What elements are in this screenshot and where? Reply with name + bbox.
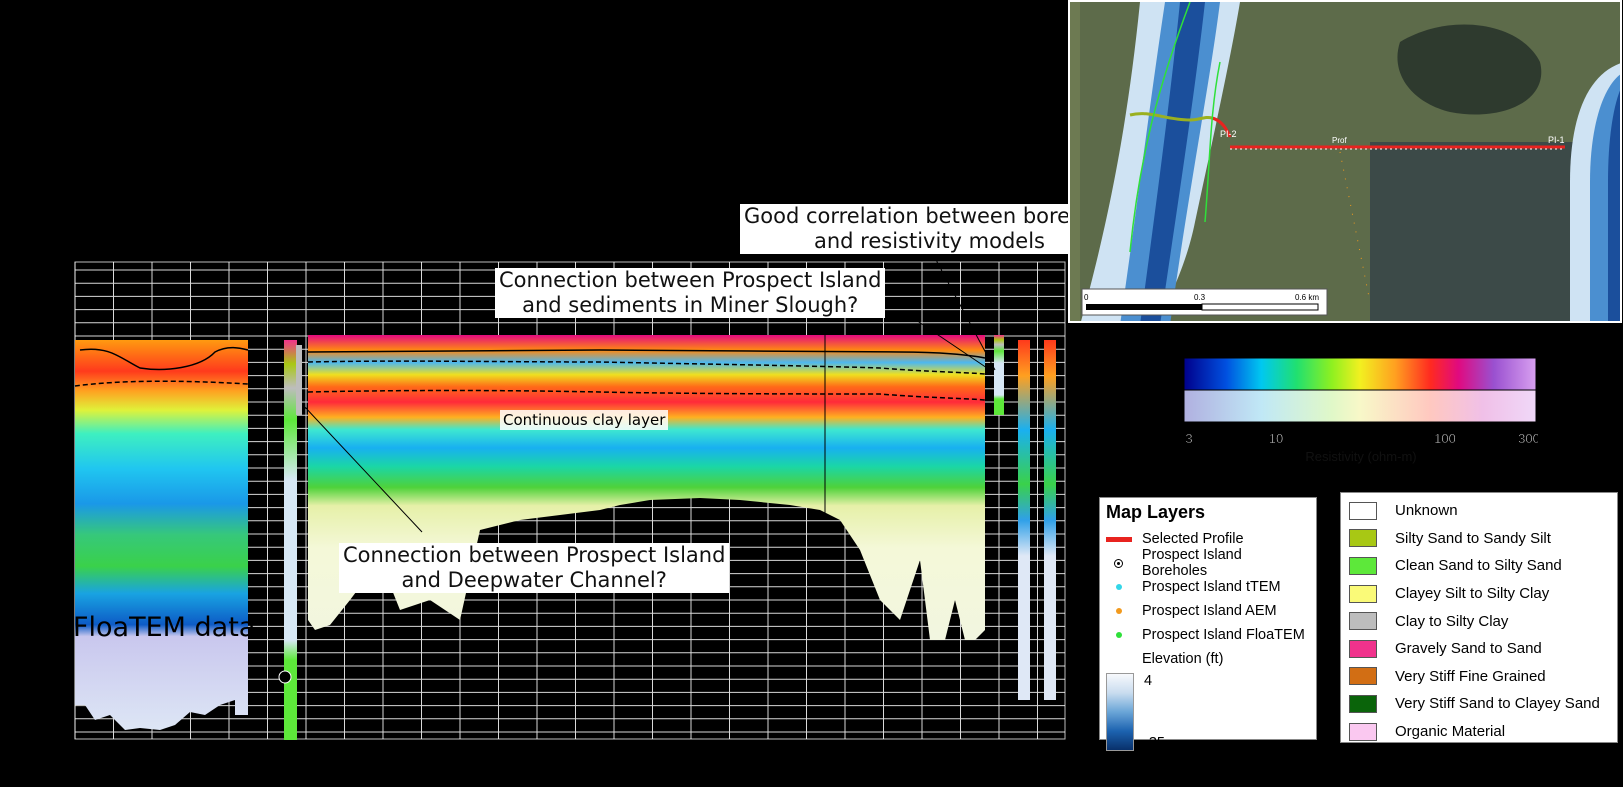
map-layers-legend: Map Layers Selected Profile Prospect Isla… (1099, 497, 1317, 751)
map-layer-item[interactable]: Prospect Island tTEM (1106, 575, 1310, 599)
lithology-swatch (1349, 639, 1377, 658)
dot-symbol-icon (1106, 608, 1132, 614)
elevation-title-row: Elevation (ft) (1106, 647, 1310, 671)
scale-end: 0.6 km (1295, 293, 1319, 302)
map-label-pi2: PI-2 (1220, 129, 1237, 139)
elevation-max: 4 (1144, 673, 1153, 689)
lithology-label: Clayey Silt to Silty Clay (1395, 585, 1550, 603)
ring-symbol-icon (1106, 558, 1132, 568)
lithology-item: Silty Sand to Sandy Silt (1349, 525, 1609, 553)
lithology-item: Clayey Silt to Silty Clay (1349, 580, 1609, 608)
lithology-swatch (1349, 584, 1377, 603)
lithology-swatch (1349, 501, 1377, 520)
dot-symbol-icon (1106, 632, 1132, 638)
aerial-map: PI-2 Prof PI-1 0 0.3 0.6 km (1070, 2, 1620, 321)
lithology-label: Silty Sand to Sandy Silt (1395, 529, 1551, 547)
colorbar-tick-label: 10 (1269, 431, 1283, 446)
lithology-swatch (1349, 694, 1377, 713)
resistivity-cross-section (74, 257, 1066, 740)
callout-miner-slough: Connection between Prospect Island and s… (495, 268, 886, 318)
lithology-item: Organic Material (1349, 718, 1609, 746)
lithology-item: Clay to Silty Clay (1349, 607, 1609, 635)
lithology-swatch (1349, 612, 1377, 631)
map-layer-item[interactable]: Prospect Island AEM (1106, 599, 1310, 623)
elevation-min: -35 (1144, 735, 1165, 751)
map-panel[interactable]: PI-2 Prof PI-1 0 0.3 0.6 km (1068, 0, 1622, 323)
lithology-item: Very Stiff Fine Grained (1349, 663, 1609, 691)
colorbar-tick-label: 100 (1434, 431, 1456, 446)
map-layer-item[interactable]: Prospect Island FloaTEM (1106, 623, 1310, 647)
scale-0: 0 (1084, 293, 1089, 302)
lithology-label: Gravely Sand to Sand (1395, 640, 1542, 658)
colorbar-tick-label: 3 (1185, 431, 1192, 446)
colorbar-tick-label: 300 (1518, 431, 1538, 446)
elevation-gradient (1106, 673, 1134, 751)
lithology-item: Gravely Sand to Sand (1349, 635, 1609, 663)
line-symbol-icon (1106, 536, 1132, 542)
lithology-swatch (1349, 556, 1377, 575)
lithology-label: Very Stiff Sand to Clayey Sand (1395, 695, 1600, 713)
lithology-legend: Unknown Silty Sand to Sandy Silt Clean San… (1340, 492, 1618, 743)
map-layer-label: Prospect Island Boreholes (1141, 547, 1242, 579)
lithology-item: Unknown (1349, 497, 1609, 525)
lithology-label: Clean Sand to Silty Sand (1395, 557, 1562, 575)
callout-clay-layer: Continuous clay layer (500, 410, 669, 430)
dot-symbol-icon (1106, 584, 1132, 590)
map-label-prof: Prof (1332, 136, 1347, 145)
map-layer-label: Prospect Island AEM (1142, 603, 1277, 619)
map-layer-item[interactable]: Prospect Island Boreholes (1106, 547, 1310, 579)
scale-mid: 0.3 (1194, 293, 1206, 302)
map-layer-label: Selected Profile (1142, 531, 1244, 547)
colorbar-label: Resistivity (ohm-m) (1305, 449, 1416, 464)
lithology-item: Clean Sand to Silty Sand (1349, 552, 1609, 580)
map-layers-title: Map Layers (1106, 502, 1206, 522)
map-layer-label: Prospect Island tTEM (1142, 579, 1281, 595)
map-label-pi1: PI-1 (1548, 135, 1565, 145)
floatem-label: FloaTEM data (73, 612, 256, 643)
resistivity-colorbar: 3 10 100 300 Resistivity (ohm-m) (1183, 357, 1538, 464)
lithology-swatch (1349, 722, 1377, 741)
lithology-label: Unknown (1395, 502, 1458, 520)
lithology-label: Organic Material (1395, 723, 1506, 741)
lithology-swatch (1349, 667, 1377, 686)
callout-deepwater: Connection between Prospect Island and D… (339, 543, 730, 593)
lithology-label: Clay to Silty Clay (1395, 612, 1509, 630)
lithology-swatch (1349, 529, 1377, 548)
elevation-label: Elevation (ft) (1142, 651, 1224, 667)
callout-correlation: Good correlation between borehole and re… (740, 204, 1119, 254)
lithology-label: Very Stiff Fine Grained (1395, 667, 1546, 685)
map-layer-label: Prospect Island FloaTEM (1142, 627, 1305, 643)
lithology-item: Very Stiff Sand to Clayey Sand (1349, 690, 1609, 718)
